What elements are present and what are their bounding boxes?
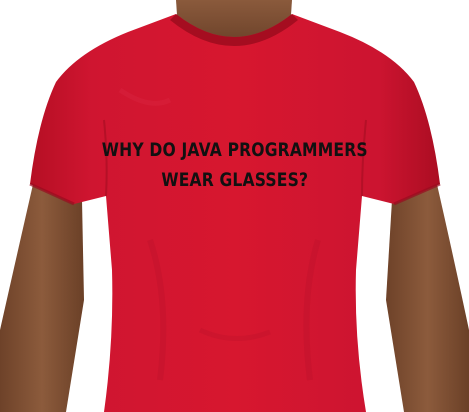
left-arm xyxy=(0,180,84,412)
right-arm xyxy=(386,180,469,412)
shirt-print-line-2: WEAR GLASSES? xyxy=(161,169,309,191)
tshirt-model-image xyxy=(0,0,469,412)
shirt-print-line-1: WHY DO JAVA PROGRAMMERS xyxy=(101,139,368,161)
product-photo: WHY DO JAVA PROGRAMMERS WEAR GLASSES? xyxy=(0,0,469,412)
shirt-body xyxy=(30,14,440,412)
